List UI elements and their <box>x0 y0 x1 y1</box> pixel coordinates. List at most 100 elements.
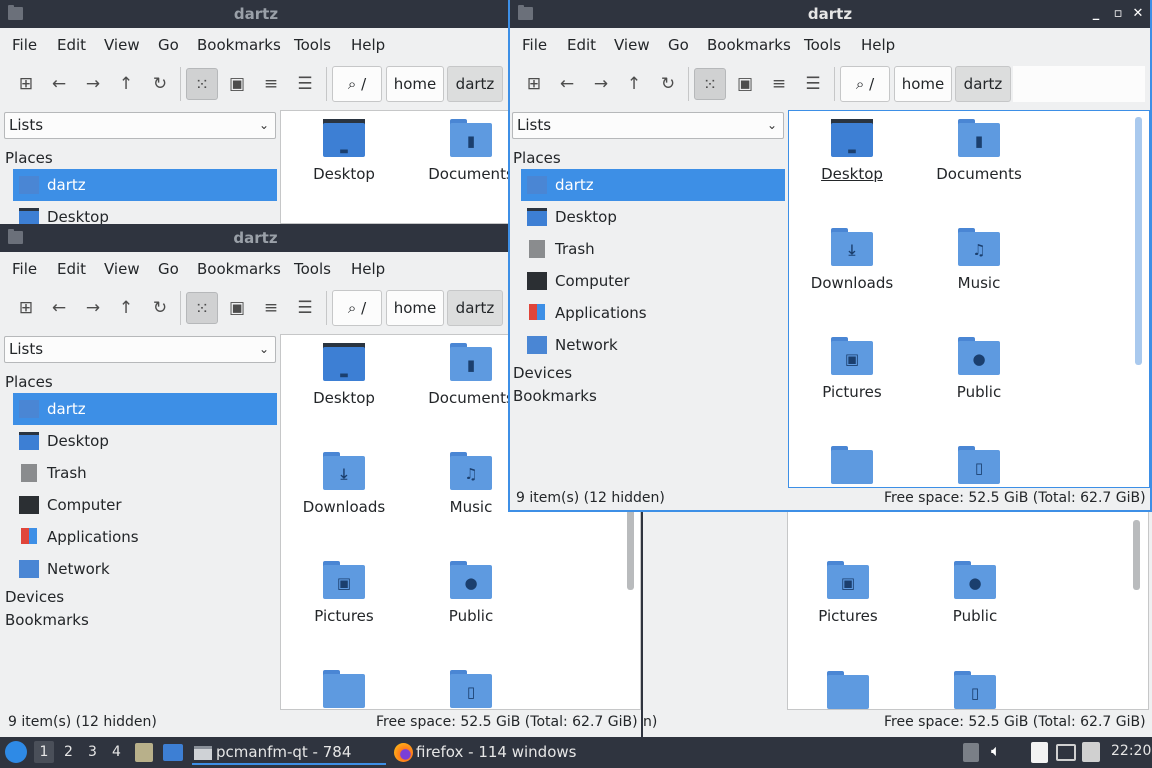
path-dartz-button[interactable]: dartz <box>955 66 1011 102</box>
maximize-button[interactable]: ▫ <box>1108 0 1128 28</box>
menu-edit[interactable]: Edit <box>57 36 86 54</box>
path-root-button[interactable]: ⌕ / <box>332 66 382 102</box>
scrollbar[interactable] <box>1133 520 1140 590</box>
bookmarks-header[interactable]: Bookmarks <box>513 387 597 405</box>
menu-bookmarks[interactable]: Bookmarks <box>197 260 281 278</box>
side-pane-mode-select[interactable]: Lists ⌄ <box>512 112 784 139</box>
menu-help[interactable]: Help <box>351 260 385 278</box>
thumbnail-view-icon[interactable]: ▣ <box>221 68 253 100</box>
file-item[interactable]: ▬ Desktop <box>284 119 404 183</box>
back-icon[interactable]: ← <box>43 292 75 324</box>
compact-view-icon[interactable]: ≡ <box>763 68 795 100</box>
menu-go[interactable]: Go <box>668 36 689 54</box>
path-dartz-button[interactable]: dartz <box>447 290 503 326</box>
sidebar-item-computer[interactable]: Computer <box>521 265 785 297</box>
sidebar-item-applications[interactable]: Applications <box>521 297 785 329</box>
menu-file[interactable]: File <box>12 260 37 278</box>
title-bar[interactable]: dartz _ ▫ ✕ <box>510 0 1150 28</box>
file-item[interactable] <box>284 670 404 708</box>
detail-view-icon[interactable]: ☰ <box>289 68 321 100</box>
menu-tools[interactable]: Tools <box>294 260 331 278</box>
file-item[interactable]: ⤓ Downloads <box>792 228 912 292</box>
menu-go[interactable]: Go <box>158 260 179 278</box>
detail-view-icon[interactable]: ☰ <box>797 68 829 100</box>
sidebar-item-dartz[interactable]: dartz <box>13 393 277 425</box>
menu-view[interactable]: View <box>104 260 140 278</box>
file-item[interactable]: ▯ <box>919 446 1039 484</box>
file-item[interactable]: ● Public <box>411 561 531 625</box>
menu-view[interactable]: View <box>614 36 650 54</box>
compact-view-icon[interactable]: ≡ <box>255 68 287 100</box>
file-item[interactable]: ▬ Desktop <box>792 119 912 183</box>
menu-view[interactable]: View <box>104 36 140 54</box>
new-window-icon[interactable]: ⊞ <box>10 292 42 324</box>
file-item[interactable]: ▯ <box>915 671 1035 709</box>
tray-expand-icon[interactable] <box>963 743 979 762</box>
file-item[interactable]: ▬ Desktop <box>284 343 404 407</box>
menu-file[interactable]: File <box>12 36 37 54</box>
reload-icon[interactable]: ↻ <box>144 68 176 100</box>
up-icon[interactable]: ↑ <box>110 292 142 324</box>
new-window-icon[interactable]: ⊞ <box>518 68 550 100</box>
new-window-icon[interactable]: ⊞ <box>10 68 42 100</box>
menu-help[interactable]: Help <box>861 36 895 54</box>
path-dartz-button[interactable]: dartz <box>447 66 503 102</box>
path-home-button[interactable]: home <box>894 66 952 102</box>
workspace-4[interactable]: 4 <box>112 744 121 760</box>
back-icon[interactable]: ← <box>43 68 75 100</box>
workspace-3[interactable]: 3 <box>88 744 97 760</box>
sidebar-item-trash[interactable]: Trash <box>521 233 785 265</box>
update-notification-icon[interactable] <box>1082 742 1100 762</box>
sidebar-item-dartz[interactable]: dartz <box>521 169 785 201</box>
sidebar-item-dartz[interactable]: dartz <box>13 169 277 201</box>
file-item[interactable]: ▮ Documents <box>919 119 1039 183</box>
forward-icon[interactable]: → <box>77 292 109 324</box>
thumbnail-view-icon[interactable]: ▣ <box>221 292 253 324</box>
workspace-2[interactable]: 2 <box>64 744 73 760</box>
network-status-icon[interactable] <box>1056 744 1076 761</box>
file-manager-launcher-icon[interactable] <box>135 743 153 762</box>
devices-header[interactable]: Devices <box>5 588 64 606</box>
sidebar-item-network[interactable]: Network <box>13 553 277 585</box>
file-item[interactable]: ▣ Pictures <box>284 561 404 625</box>
sidebar-item-desktop[interactable]: Desktop <box>521 201 785 233</box>
start-menu-icon[interactable] <box>5 741 27 763</box>
menu-tools[interactable]: Tools <box>294 36 331 54</box>
menu-go[interactable]: Go <box>158 36 179 54</box>
path-home-button[interactable]: home <box>386 290 444 326</box>
bookmarks-header[interactable]: Bookmarks <box>5 611 89 629</box>
file-item[interactable]: ♫ Music <box>919 228 1039 292</box>
clock[interactable]: 22:20 <box>1111 743 1151 759</box>
reload-icon[interactable]: ↻ <box>144 292 176 324</box>
sidebar-item-desktop[interactable]: Desktop <box>13 201 277 224</box>
file-view[interactable]: ▬ Desktop ▮ Documents <box>280 110 512 224</box>
menu-bookmarks[interactable]: Bookmarks <box>707 36 791 54</box>
workspace-1[interactable]: 1 <box>34 741 54 763</box>
file-item[interactable]: ▣ Pictures <box>792 337 912 401</box>
file-item[interactable]: ● Public <box>919 337 1039 401</box>
close-button[interactable]: ✕ <box>1128 0 1148 28</box>
forward-icon[interactable]: → <box>77 68 109 100</box>
compact-view-icon[interactable]: ≡ <box>255 292 287 324</box>
path-root-button[interactable]: ⌕ / <box>840 66 890 102</box>
sidebar-item-desktop[interactable]: Desktop <box>13 425 277 457</box>
menu-edit[interactable]: Edit <box>567 36 596 54</box>
forward-icon[interactable]: → <box>585 68 617 100</box>
detail-view-icon[interactable]: ☰ <box>289 292 321 324</box>
minimize-button[interactable]: _ <box>1086 0 1106 28</box>
menu-edit[interactable]: Edit <box>57 260 86 278</box>
file-item[interactable]: ● Public <box>915 561 1035 625</box>
sidebar-item-trash[interactable]: Trash <box>13 457 277 489</box>
thumbnail-view-icon[interactable]: ▣ <box>729 68 761 100</box>
scrollbar[interactable] <box>1135 117 1142 365</box>
side-pane-mode-select[interactable]: Lists ⌄ <box>4 112 276 139</box>
taskbar-task-firefox[interactable]: firefox - 114 windows <box>394 740 594 765</box>
show-desktop-icon[interactable] <box>163 744 183 761</box>
path-root-button[interactable]: ⌕ / <box>332 290 382 326</box>
sidebar-item-computer[interactable]: Computer <box>13 489 277 521</box>
up-icon[interactable]: ↑ <box>618 68 650 100</box>
path-bar-empty[interactable] <box>1013 66 1145 102</box>
clipboard-icon[interactable] <box>1031 742 1048 763</box>
taskbar-task-pcmanfm[interactable]: pcmanfm-qt - 784 win... <box>192 740 386 765</box>
file-view[interactable]: ▣ Pictures ● Public ▯ <box>787 510 1149 710</box>
